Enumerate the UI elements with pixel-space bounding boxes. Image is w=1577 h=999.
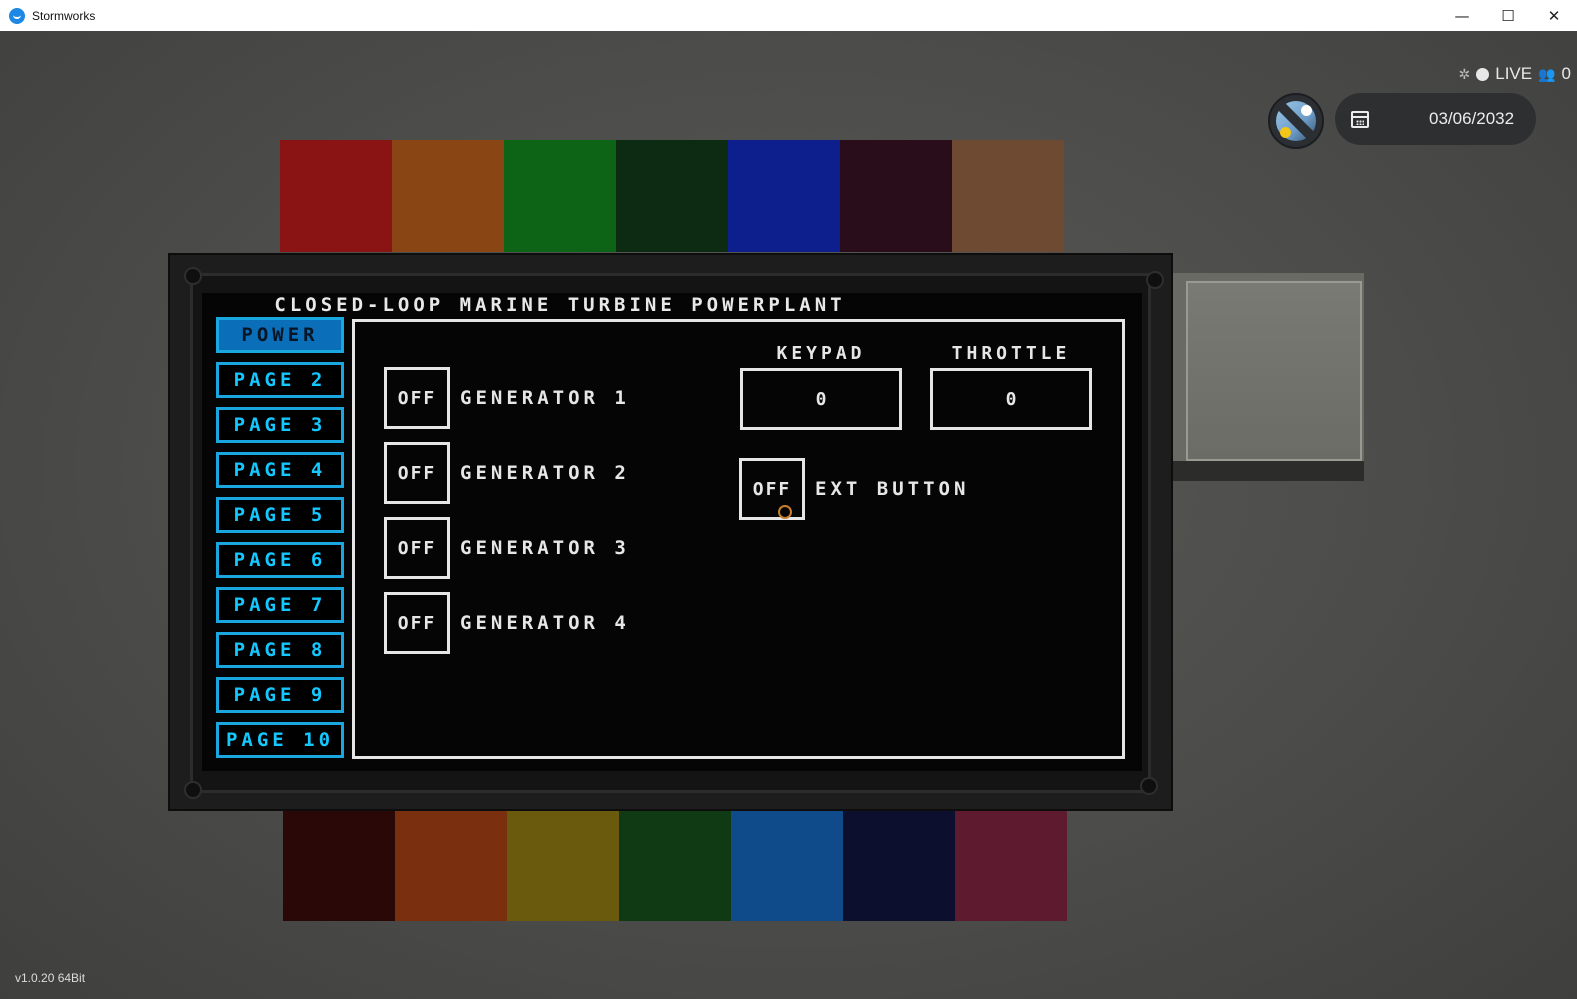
- generator-3-toggle[interactable]: OFF: [384, 517, 450, 579]
- generator-1-toggle[interactable]: OFF: [384, 367, 450, 429]
- calendar-icon: [1351, 110, 1369, 128]
- swatch-orange: [392, 140, 504, 252]
- generator-2-toggle[interactable]: OFF: [384, 442, 450, 504]
- sun-icon: [1280, 127, 1291, 138]
- nav-page-9[interactable]: PAGE 9: [216, 677, 344, 713]
- date-display[interactable]: 03/06/2032: [1335, 93, 1536, 145]
- color-swatches-bottom: [283, 809, 1067, 921]
- weather-icon[interactable]: [1268, 93, 1324, 149]
- generator-3-label: GENERATOR 3: [460, 537, 630, 559]
- side-block-face: [1186, 281, 1362, 461]
- hud-status: ✲ LIVE 👥 0: [1459, 64, 1572, 84]
- maximize-button[interactable]: ☐: [1485, 0, 1531, 31]
- keypad-input[interactable]: 0: [740, 368, 902, 430]
- moon-icon: [1301, 105, 1312, 116]
- side-block-shadow: [1172, 461, 1364, 481]
- mouse-cursor-icon: [778, 505, 792, 519]
- nav-page-6[interactable]: PAGE 6: [216, 542, 344, 578]
- nav-page-10[interactable]: PAGE 10: [216, 722, 344, 758]
- swatch-navy: [843, 809, 955, 921]
- nav-page-5[interactable]: PAGE 5: [216, 497, 344, 533]
- date-text: 03/06/2032: [1429, 109, 1515, 128]
- players-icon[interactable]: 👥: [1538, 66, 1555, 83]
- player-count: 0: [1561, 64, 1571, 83]
- swatch-rust: [395, 809, 507, 921]
- swatch-forest: [619, 809, 731, 921]
- nav-page-7[interactable]: PAGE 7: [216, 587, 344, 623]
- swatch-dark-green: [616, 140, 728, 252]
- swatch-dark-purple: [840, 140, 952, 252]
- game-viewport[interactable]: ✲ LIVE 👥 0 03/06/2032 CLOSED-LOOP MARINE…: [0, 31, 1577, 999]
- swatch-dark-red: [283, 809, 395, 921]
- generator-4-toggle[interactable]: OFF: [384, 592, 450, 654]
- throttle-label: THROTTLE: [951, 343, 1071, 364]
- throttle-input[interactable]: 0: [930, 368, 1092, 430]
- screw-top-left: [184, 267, 202, 285]
- window-controls: — ☐ ✕: [1439, 0, 1577, 31]
- nav-page-3[interactable]: PAGE 3: [216, 407, 344, 443]
- nav-page-4[interactable]: PAGE 4: [216, 452, 344, 488]
- screen-title: CLOSED-LOOP MARINE TURBINE POWERPLANT: [274, 294, 846, 316]
- nav-page-2[interactable]: PAGE 2: [216, 362, 344, 398]
- side-block: [1172, 273, 1364, 481]
- generator-2-label: GENERATOR 2: [460, 462, 630, 484]
- nav-power[interactable]: POWER: [216, 317, 344, 353]
- swatch-green: [504, 140, 616, 252]
- swatch-red: [280, 140, 392, 252]
- screw-bottom-right: [1140, 777, 1158, 795]
- generator-4-label: GENERATOR 4: [460, 612, 630, 634]
- window-titlebar: Stormworks — ☐ ✕: [0, 0, 1577, 32]
- live-label: LIVE: [1495, 64, 1533, 83]
- screw-bottom-left: [184, 781, 202, 799]
- keypad-label: KEYPAD: [776, 343, 866, 364]
- minimize-button[interactable]: —: [1439, 0, 1485, 31]
- nav-page-8[interactable]: PAGE 8: [216, 632, 344, 668]
- swatch-maroon: [955, 809, 1067, 921]
- bug-icon[interactable]: ✲: [1459, 66, 1471, 83]
- screw-top-right: [1146, 271, 1164, 289]
- swatch-olive: [507, 809, 619, 921]
- ext-button-toggle[interactable]: OFF: [739, 458, 805, 520]
- swatch-brown: [952, 140, 1064, 252]
- generator-1-label: GENERATOR 1: [460, 387, 630, 409]
- swatch-ocean: [731, 809, 843, 921]
- live-dot-icon: [1476, 67, 1490, 81]
- window-title: Stormworks: [32, 8, 96, 23]
- stormworks-app-icon: [9, 7, 25, 24]
- close-button[interactable]: ✕: [1531, 0, 1577, 31]
- color-swatches-top: [280, 140, 1064, 252]
- ext-button-label: EXT BUTTON: [815, 478, 970, 500]
- swatch-blue: [728, 140, 840, 252]
- version-label: v1.0.20 64Bit: [15, 971, 86, 985]
